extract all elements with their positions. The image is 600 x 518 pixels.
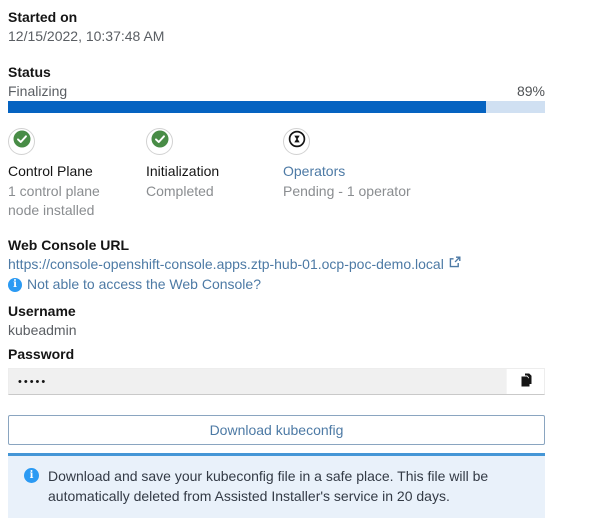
- step-subtitle: Pending - 1 operator: [283, 183, 411, 199]
- copy-icon: [518, 372, 533, 391]
- started-on-value: 12/15/2022, 10:37:48 AM: [8, 28, 165, 44]
- info-icon: i: [8, 277, 22, 292]
- check-circle-icon: [13, 130, 31, 153]
- username-label: Username: [8, 303, 76, 319]
- check-circle-icon: [151, 130, 169, 153]
- alert-text: Download and save your kubeconfig file i…: [48, 468, 489, 504]
- external-link-icon[interactable]: [448, 255, 461, 274]
- password-label: Password: [8, 346, 75, 362]
- password-input[interactable]: [9, 369, 506, 394]
- step-subtitle: Completed: [146, 183, 214, 199]
- progress-fill: [8, 101, 486, 113]
- started-on-field: Started on 12/15/2022, 10:37:48 AM: [8, 8, 545, 46]
- step-control-plane: Control Plane 1 control plane node insta…: [8, 128, 146, 220]
- status-value: Finalizing: [8, 83, 68, 99]
- web-console-help-link[interactable]: Not able to access the Web Console?: [27, 275, 261, 294]
- password-field: Password: [8, 345, 545, 395]
- web-console-url-link[interactable]: https://console-openshift-console.apps.z…: [8, 255, 444, 274]
- install-progress-panel: Started on 12/15/2022, 10:37:48 AM Statu…: [0, 0, 545, 518]
- pending-hourglass-icon: [288, 130, 306, 153]
- download-kubeconfig-button[interactable]: Download kubeconfig: [8, 415, 545, 445]
- step-initialization: Initialization Completed: [146, 128, 283, 220]
- step-status-ring: [146, 128, 173, 155]
- web-console-field: Web Console URL https://console-openshif…: [8, 236, 545, 294]
- step-status-ring: [283, 128, 310, 155]
- step-subtitle: 1 control plane node installed: [8, 183, 100, 218]
- step-title: Control Plane: [8, 163, 93, 179]
- copy-password-button[interactable]: [506, 369, 544, 394]
- username-field: Username kubeadmin: [8, 302, 545, 340]
- info-icon: i: [24, 468, 39, 483]
- username-value: kubeadmin: [8, 322, 77, 338]
- step-status-ring: [8, 128, 35, 155]
- progress-bar: [8, 101, 545, 113]
- kubeconfig-info-alert: i Download and save your kubeconfig file…: [8, 453, 545, 518]
- status-field: Status Finalizing 89%: [8, 63, 545, 101]
- step-title-operators-link[interactable]: Operators: [283, 162, 411, 181]
- progress-percent: 89%: [516, 83, 545, 99]
- status-label: Status: [8, 64, 51, 80]
- web-console-label: Web Console URL: [8, 237, 130, 253]
- step-title: Initialization: [146, 163, 220, 179]
- install-steps: Control Plane 1 control plane node insta…: [8, 128, 545, 220]
- step-operators: Operators Pending - 1 operator: [283, 128, 423, 220]
- started-on-label: Started on: [8, 9, 78, 25]
